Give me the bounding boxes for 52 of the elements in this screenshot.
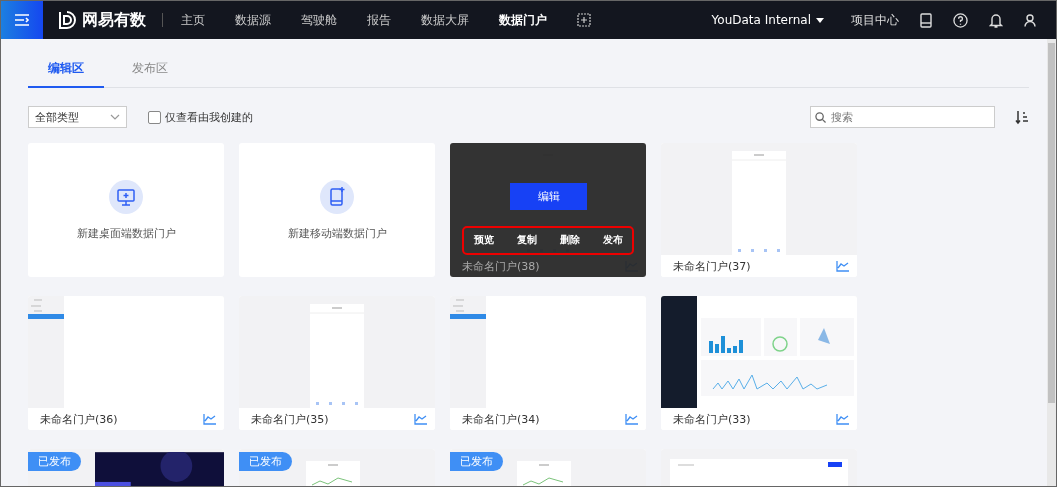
create-portal-card[interactable]: 新建桌面端数据门户 (28, 143, 224, 277)
menu-icon (14, 13, 30, 27)
bell-icon[interactable] (989, 12, 1003, 28)
sort-icon[interactable] (1015, 109, 1029, 125)
portal-name: 未命名门户(34) (462, 411, 540, 427)
project-dropdown[interactable]: YouData Internal (711, 13, 824, 27)
project-center-link[interactable]: 项目中心 (851, 11, 899, 29)
only-mine-checkbox[interactable] (148, 110, 161, 124)
monitor-icon (109, 179, 143, 214)
portal-name: 未命名门户(36) (40, 411, 118, 427)
menu-button[interactable] (1, 1, 43, 39)
type-select[interactable]: 全部类型 (28, 106, 127, 128)
trend-icon[interactable] (203, 413, 216, 425)
brand-name: 网易有数 (82, 9, 146, 31)
portal-name: 未命名门户(37) (673, 258, 751, 274)
trend-icon[interactable] (836, 260, 849, 272)
trend-icon[interactable] (625, 413, 638, 425)
add-icon[interactable] (577, 13, 591, 27)
create-portal-label: 新建桌面端数据门户 (76, 225, 176, 241)
edit-button[interactable]: 编辑 (510, 183, 587, 210)
nav-item[interactable]: 数据源 (235, 11, 271, 29)
tab[interactable]: 编辑区 (28, 56, 104, 88)
create-portal-label: 新建移动端数据门户 (287, 225, 387, 241)
scrollbar-thumb[interactable] (1048, 43, 1055, 403)
trend-icon[interactable] (836, 413, 849, 425)
portal-name: 未命名门户(38) (462, 258, 540, 274)
portal-name: 未命名门户(33) (673, 411, 751, 427)
phone-icon (320, 179, 354, 214)
logo-icon (57, 10, 77, 30)
nav-item[interactable]: 数据门户 (499, 11, 547, 29)
card-action[interactable]: 发布 (603, 233, 623, 247)
card-action[interactable]: 复制 (517, 233, 537, 247)
user-icon[interactable] (1024, 13, 1036, 27)
caret-icon (816, 17, 824, 23)
published-badge: 已发布 (239, 452, 292, 471)
nav-item[interactable]: 主页 (181, 11, 205, 29)
portal-name: 未命名门户(35) (251, 411, 329, 427)
card-action[interactable]: 删除 (560, 233, 580, 247)
search-field[interactable]: 搜索 (810, 106, 995, 128)
trend-icon[interactable] (414, 413, 427, 425)
search-icon (815, 112, 826, 123)
nav-item[interactable]: 驾驶舱 (301, 11, 337, 29)
nav-item[interactable]: 数据大屏 (421, 11, 469, 29)
published-badge: 已发布 (450, 452, 503, 471)
help-icon[interactable] (953, 12, 968, 28)
tablet-icon[interactable] (920, 12, 932, 28)
published-badge: 已发布 (28, 452, 81, 471)
chevron-icon (110, 114, 120, 120)
create-portal-card[interactable]: 新建移动端数据门户 (239, 143, 435, 277)
only-mine-label: 仅查看由我创建的 (165, 109, 253, 125)
nav-item[interactable]: 报告 (367, 11, 391, 29)
card-action[interactable]: 预览 (474, 233, 494, 247)
